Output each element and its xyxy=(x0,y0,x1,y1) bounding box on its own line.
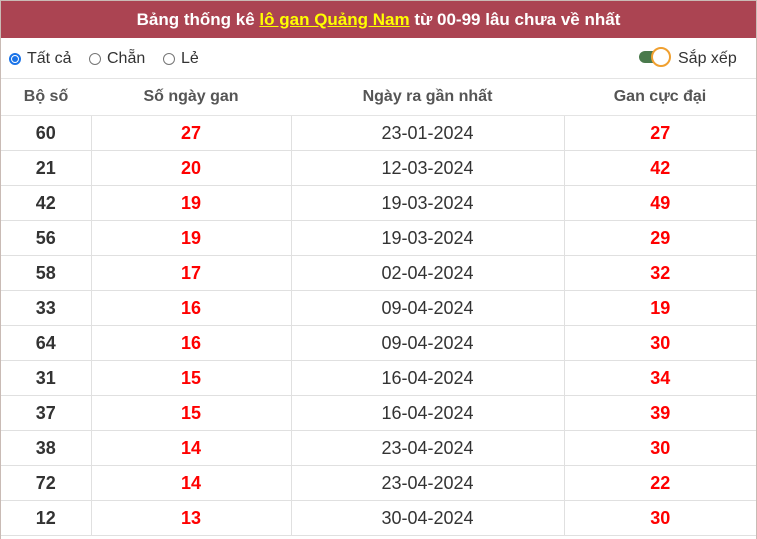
table-row: 21 20 12-03-2024 42 xyxy=(1,150,756,186)
cell-last-date: 19-03-2024 xyxy=(291,185,565,221)
sort-toggle[interactable] xyxy=(639,47,673,67)
table-row: 31 15 16-04-2024 34 xyxy=(1,360,756,396)
cell-gan-days: 14 xyxy=(91,430,292,466)
header-number: Bộ số xyxy=(1,79,91,116)
table-row: 64 16 09-04-2024 30 xyxy=(1,325,756,361)
cell-number: 60 xyxy=(1,115,92,151)
cell-max-gan: 49 xyxy=(564,185,756,221)
table-row: 38 14 23-04-2024 30 xyxy=(1,430,756,466)
cell-last-date: 23-01-2024 xyxy=(291,115,565,151)
radio-odd-circle[interactable] xyxy=(163,53,175,65)
cell-max-gan: 22 xyxy=(564,465,756,501)
sort-label: Sắp xếp xyxy=(678,50,737,67)
table-row: 33 16 09-04-2024 19 xyxy=(1,290,756,326)
cell-max-gan: 39 xyxy=(564,395,756,431)
cell-number: 58 xyxy=(1,255,92,291)
cell-gan-days: 14 xyxy=(91,465,292,501)
radio-even[interactable]: Chẵn xyxy=(89,50,145,68)
radio-even-label: Chẵn xyxy=(107,50,146,67)
cell-number: 38 xyxy=(1,430,92,466)
cell-number: 64 xyxy=(1,325,92,361)
cell-gan-days: 16 xyxy=(91,325,292,361)
cell-gan-days: 15 xyxy=(91,395,292,431)
cell-max-gan: 19 xyxy=(564,290,756,326)
cell-gan-days: 19 xyxy=(91,220,292,256)
lo-gan-widget: Bảng thống kê lô gan Quảng Nam từ 00-99 … xyxy=(0,0,757,539)
cell-max-gan: 30 xyxy=(564,500,756,536)
cell-max-gan: 30 xyxy=(564,430,756,466)
table-row: 58 17 02-04-2024 32 xyxy=(1,255,756,291)
table-row: 72 14 23-04-2024 22 xyxy=(1,465,756,501)
radio-odd[interactable]: Lẻ xyxy=(163,50,199,68)
table-row: 37 15 16-04-2024 39 xyxy=(1,395,756,431)
radio-odd-label: Lẻ xyxy=(181,50,199,67)
title-suffix: từ 00-99 lâu chưa về nhất xyxy=(409,10,621,29)
table-row: 42 19 19-03-2024 49 xyxy=(1,185,756,221)
cell-max-gan: 32 xyxy=(564,255,756,291)
cell-gan-days: 15 xyxy=(91,360,292,396)
toggle-knob[interactable] xyxy=(651,47,671,67)
cell-gan-days: 17 xyxy=(91,255,292,291)
cell-number: 12 xyxy=(1,500,92,536)
cell-last-date: 30-04-2024 xyxy=(291,500,565,536)
cell-gan-days: 16 xyxy=(91,290,292,326)
cell-max-gan: 34 xyxy=(564,360,756,396)
table-header-row: Bộ số Số ngày gan Ngày ra gần nhất Gan c… xyxy=(1,79,756,116)
cell-number: 21 xyxy=(1,150,92,186)
header-last-date: Ngày ra gần nhất xyxy=(291,79,564,116)
cell-last-date: 23-04-2024 xyxy=(291,430,565,466)
cell-last-date: 19-03-2024 xyxy=(291,220,565,256)
cell-last-date: 09-04-2024 xyxy=(291,325,565,361)
cell-last-date: 16-04-2024 xyxy=(291,395,565,431)
title-link[interactable]: lô gan Quảng Nam xyxy=(259,10,409,29)
cell-last-date: 12-03-2024 xyxy=(291,150,565,186)
cell-gan-days: 20 xyxy=(91,150,292,186)
cell-gan-days: 19 xyxy=(91,185,292,221)
cell-last-date: 16-04-2024 xyxy=(291,360,565,396)
title-prefix: Bảng thống kê xyxy=(136,10,260,29)
cell-number: 42 xyxy=(1,185,92,221)
table-row: 56 19 19-03-2024 29 xyxy=(1,220,756,256)
cell-gan-days: 27 xyxy=(91,115,292,151)
filter-bar: Tất cả Chẵn Lẻ Sắp xếp xyxy=(1,38,756,79)
header-gan-days: Số ngày gan xyxy=(91,79,291,116)
cell-last-date: 02-04-2024 xyxy=(291,255,565,291)
radio-all-label: Tất cả xyxy=(27,50,72,67)
radio-even-circle[interactable] xyxy=(89,53,101,65)
cell-number: 31 xyxy=(1,360,92,396)
cell-max-gan: 42 xyxy=(564,150,756,186)
radio-all-circle[interactable] xyxy=(9,53,21,65)
table-row: 12 13 30-04-2024 30 xyxy=(1,500,756,536)
radio-all[interactable]: Tất cả xyxy=(9,50,71,68)
page-title: Bảng thống kê lô gan Quảng Nam từ 00-99 … xyxy=(1,0,756,38)
cell-number: 37 xyxy=(1,395,92,431)
cell-number: 33 xyxy=(1,290,92,326)
cell-gan-days: 13 xyxy=(91,500,292,536)
cell-number: 56 xyxy=(1,220,92,256)
table-row: 60 27 23-01-2024 27 xyxy=(1,115,756,151)
cell-number: 72 xyxy=(1,465,92,501)
cell-last-date: 23-04-2024 xyxy=(291,465,565,501)
cell-max-gan: 30 xyxy=(564,325,756,361)
lo-gan-table: Bộ số Số ngày gan Ngày ra gần nhất Gan c… xyxy=(1,79,756,536)
cell-last-date: 09-04-2024 xyxy=(291,290,565,326)
cell-max-gan: 29 xyxy=(564,220,756,256)
header-max-gan: Gan cực đại xyxy=(564,79,756,116)
cell-max-gan: 27 xyxy=(564,115,756,151)
